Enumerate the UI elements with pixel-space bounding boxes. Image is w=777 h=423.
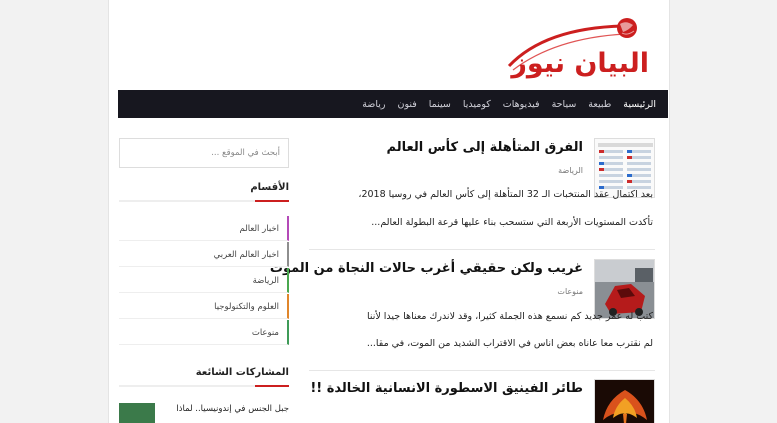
post-category[interactable]: منوعات xyxy=(557,287,583,296)
post-item: طائر الفينيق الاسطورة الانسانية الخالدة … xyxy=(309,379,655,423)
post-excerpt-line: بعد اكتمال عقد المنتخبات الـ 32 المتأهلة… xyxy=(358,189,653,200)
nav-item-home[interactable]: الرئيسية xyxy=(617,99,662,110)
widget-underline xyxy=(119,200,289,202)
popular-posts-title: المشاركات الشائعة xyxy=(195,367,289,378)
post-excerpt-line: كتب له عمر جديد كم نسمع هذه الجملة كثيرا… xyxy=(366,311,653,322)
nav-item-nature[interactable]: طبيعة xyxy=(582,99,617,110)
search-input[interactable]: أبحث في الموقع ... xyxy=(119,138,289,168)
nav-item-videos[interactable]: فيديوهات xyxy=(497,99,546,110)
post-excerpt-line: لم نقترب معا عاناه بعض اناس في الاقتراب … xyxy=(366,338,653,349)
phoenix-icon xyxy=(595,380,654,423)
category-item-arab-news[interactable]: اخبار العالم العربي xyxy=(119,242,289,267)
nav-item-tourism[interactable]: سياحة xyxy=(546,99,583,110)
post-title[interactable]: طائر الفينيق الاسطورة الانسانية الخالدة … xyxy=(310,381,583,396)
nav-item-comedy[interactable]: كوميديا xyxy=(457,99,497,110)
site-logo[interactable]: البيان نيوز xyxy=(505,10,655,82)
nav-item-sports[interactable]: رياضة xyxy=(356,99,391,110)
popular-post-thumbnail[interactable] xyxy=(119,403,155,423)
divider xyxy=(309,249,655,250)
post-item: غريب ولكن حقيقي أغرب حالات النجاة من الم… xyxy=(270,259,655,369)
category-item-misc[interactable]: منوعات xyxy=(119,320,289,345)
post-item: الفرق المتأهلة إلى كأس العالم الرياضة بع… xyxy=(309,138,655,248)
category-item-science-tech[interactable]: العلوم والتكنولوجيا xyxy=(119,294,289,319)
post-excerpt-line: تأكدت المستويات الأربعة التي ستسحب بناء … xyxy=(371,217,653,228)
post-title[interactable]: الفرق المتأهلة إلى كأس العالم xyxy=(387,140,583,155)
category-item-world-news[interactable]: اخبار العالم xyxy=(119,216,289,241)
logo-text: البيان نيوز xyxy=(511,48,650,79)
popular-post-title[interactable]: جبل الجنس في إندونيسيا.. لماذا xyxy=(164,402,289,416)
post-title[interactable]: غريب ولكن حقيقي أغرب حالات النجاة من الم… xyxy=(270,261,583,276)
divider xyxy=(309,370,655,371)
page-container: البيان نيوز الرئيسية طبيعة سياحة فيديوها… xyxy=(108,0,670,423)
nav-item-cinema[interactable]: سينما xyxy=(423,99,457,110)
widget-underline xyxy=(119,385,289,387)
post-category[interactable]: الرياضة xyxy=(558,166,583,175)
nav-item-arts[interactable]: فنون xyxy=(391,99,422,110)
main-navbar: الرئيسية طبيعة سياحة فيديوهات كوميديا سي… xyxy=(118,90,668,118)
categories-title: الأقسام xyxy=(250,182,289,193)
post-thumbnail[interactable] xyxy=(594,379,655,423)
category-item-sports[interactable]: الرياضة xyxy=(119,268,289,293)
